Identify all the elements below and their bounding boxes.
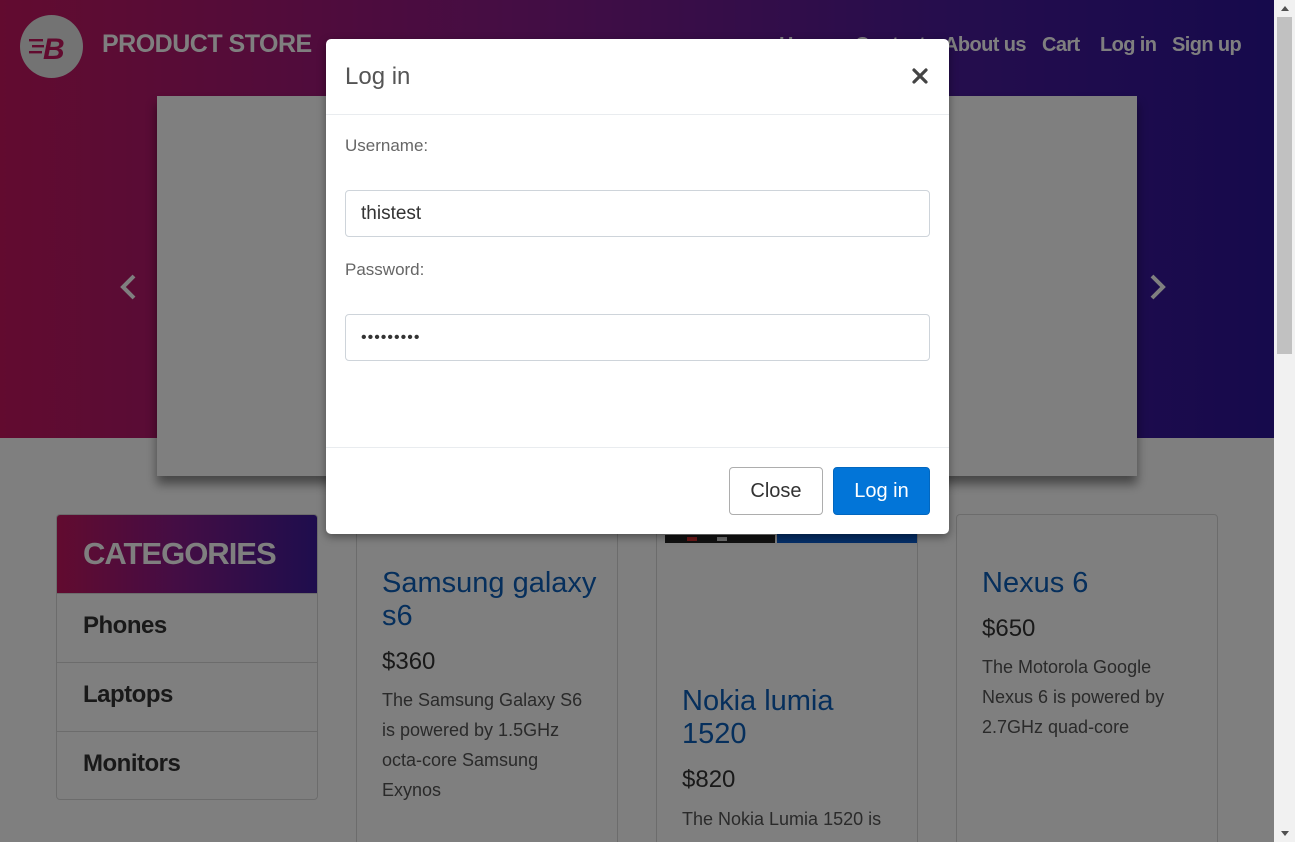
modal-footer: Close Log in [326,447,949,534]
username-label: Username: [345,136,429,155]
log-in-button[interactable]: Log in [833,467,930,515]
login-modal: Log in Username: Password: Close Log in [326,39,949,534]
modal-header: Log in [326,39,949,115]
scroll-up-arrow-icon[interactable] [1274,0,1295,17]
password-label: Password: [345,260,425,279]
close-button[interactable]: Close [729,467,823,515]
password-field[interactable] [345,314,930,361]
scroll-down-arrow-icon[interactable] [1274,825,1295,842]
close-icon[interactable] [911,66,929,86]
scrollbar[interactable] [1274,0,1295,842]
modal-title: Log in [345,63,411,90]
username-field[interactable] [345,190,930,237]
scrollbar-thumb[interactable] [1277,17,1292,354]
